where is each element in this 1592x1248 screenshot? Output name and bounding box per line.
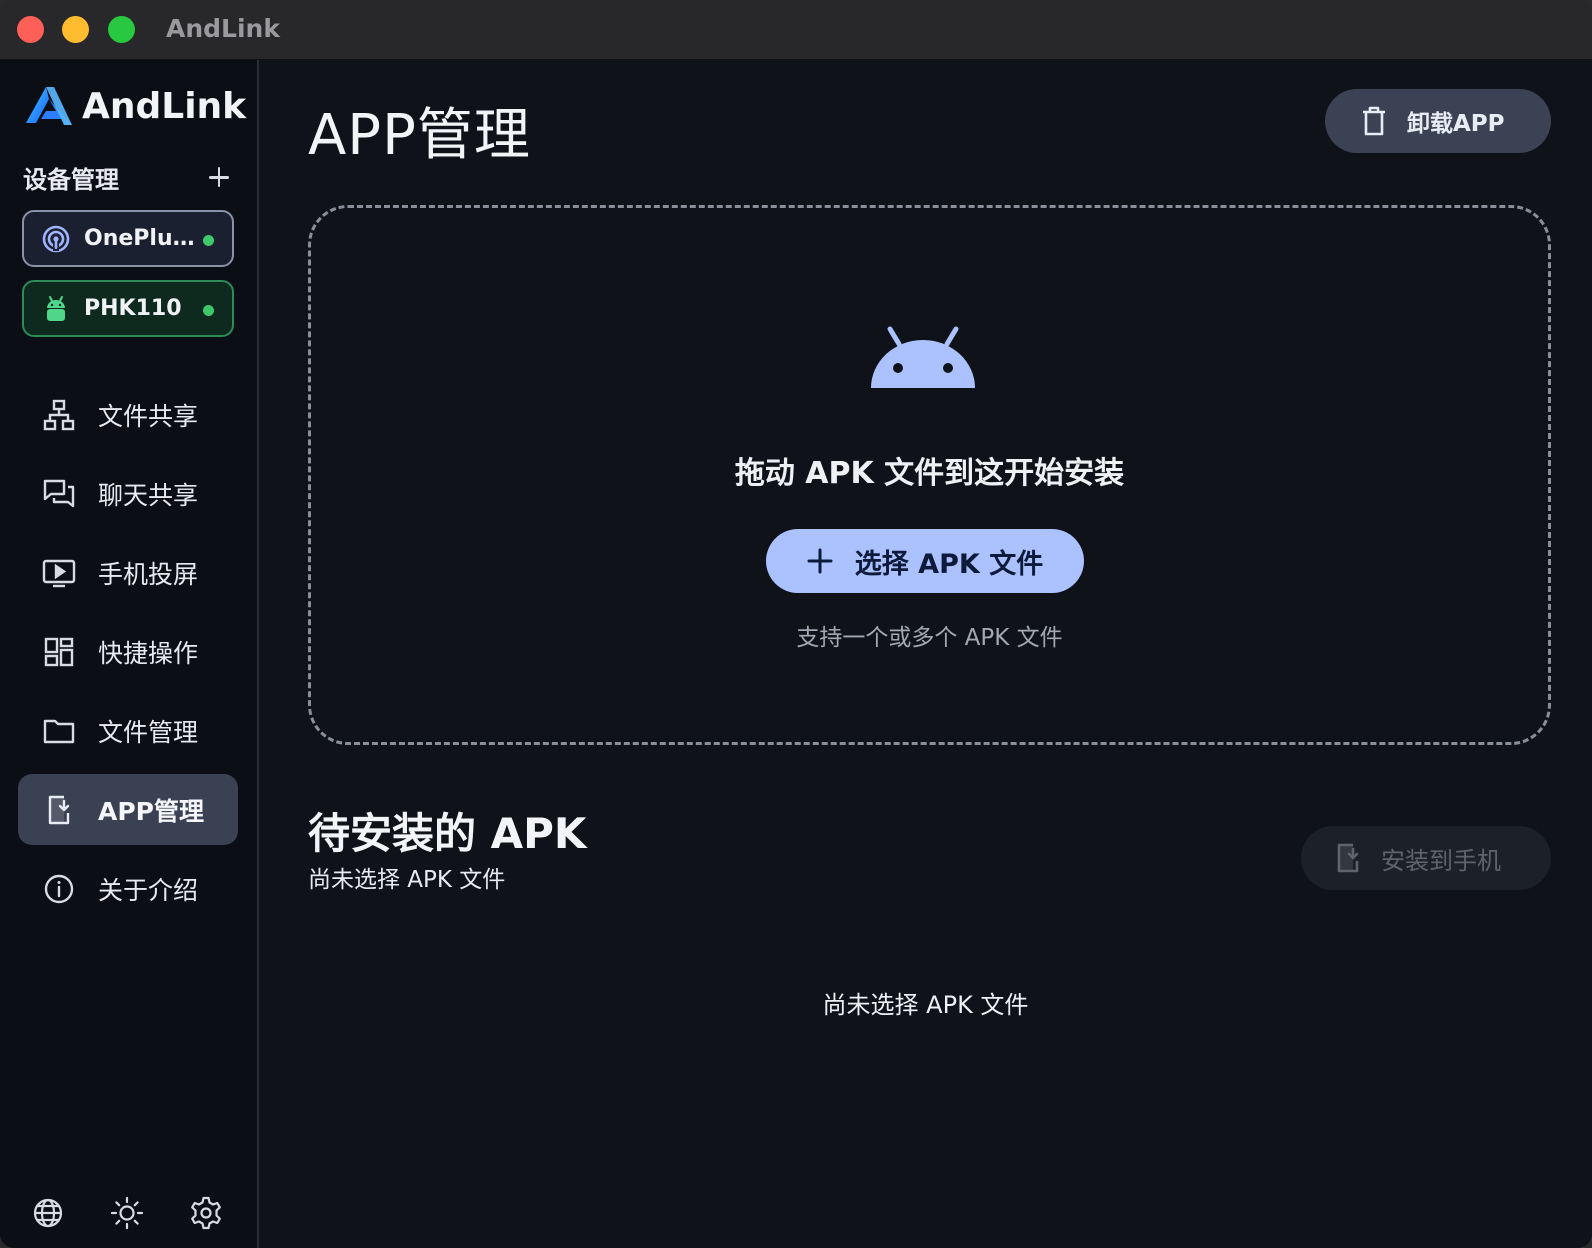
andlink-logo-icon xyxy=(26,87,72,125)
select-apk-button[interactable]: 选择 APK 文件 xyxy=(766,529,1084,593)
nav-item-about[interactable]: 关于介绍 xyxy=(18,853,238,924)
brand-logo: AndLink xyxy=(24,84,246,128)
sitemap-icon xyxy=(43,399,75,430)
devices-header-title: 设备管理 xyxy=(23,165,119,194)
empty-apk-list: 尚未选择 APK 文件 xyxy=(822,991,1029,1019)
dashboard-icon xyxy=(44,637,74,666)
nav-label: 文件管理 xyxy=(98,717,199,747)
drop-zone-hint: 支持一个或多个 APK 文件 xyxy=(796,625,1063,651)
globe-icon[interactable] xyxy=(30,1195,66,1231)
drop-zone-title: 拖动 APK 文件到这开始安装 xyxy=(734,456,1125,491)
select-apk-label: 选择 APK 文件 xyxy=(854,548,1044,580)
sidebar: AndLink 设备管理 OnePlus... PHK110 文件共享 聊天共享… xyxy=(0,60,259,1248)
info-icon xyxy=(44,874,74,903)
nav-item-screen-mirror[interactable]: 手机投屏 xyxy=(18,537,238,608)
folder-icon xyxy=(43,719,75,743)
nav-item-file-share[interactable]: 文件共享 xyxy=(18,379,238,450)
devices-header: 设备管理 xyxy=(23,160,233,194)
screen-cast-icon xyxy=(42,559,76,587)
android-icon xyxy=(47,295,65,321)
brand-name: AndLink xyxy=(82,85,247,127)
page-title: APP管理 xyxy=(308,103,531,168)
install-to-phone-button[interactable]: 安装到手机 xyxy=(1301,826,1551,890)
nav-label: APP管理 xyxy=(98,796,204,826)
nav-item-chat-share[interactable]: 聊天共享 xyxy=(18,458,238,529)
nav-label: 聊天共享 xyxy=(98,480,199,510)
install-to-phone-label: 安装到手机 xyxy=(1381,846,1501,875)
brightness-icon[interactable] xyxy=(109,1195,145,1231)
device-item-phk110[interactable]: PHK110 xyxy=(22,280,234,337)
app-install-icon xyxy=(48,795,70,824)
uninstall-app-label: 卸载APP xyxy=(1407,111,1505,137)
app-window: AndLink AndLink 设备管理 OnePlus... PHK110 文… xyxy=(0,0,1592,1248)
nav-label: 关于介绍 xyxy=(98,875,199,905)
device-item-oneplus[interactable]: OnePlus... xyxy=(22,210,234,267)
device-name: PHK110 xyxy=(84,296,182,321)
online-status-dot xyxy=(203,305,214,316)
nav-label: 手机投屏 xyxy=(98,559,199,589)
add-device-button[interactable] xyxy=(203,162,233,192)
maximize-window-button[interactable] xyxy=(108,16,135,43)
pending-apk-title: 待安装的 APK xyxy=(308,809,587,858)
sidebar-footer xyxy=(30,1195,230,1235)
uninstall-app-button[interactable]: 卸载APP xyxy=(1325,89,1551,153)
online-status-dot xyxy=(203,235,214,246)
nav-item-quick-actions[interactable]: 快捷操作 xyxy=(18,616,238,687)
window-title: AndLink xyxy=(166,14,280,43)
main-content: APP管理 卸载APP 拖动 APK 文件到这开始安装 选择 APK 文件 支持… xyxy=(259,60,1592,1248)
wifi-device-icon xyxy=(42,225,70,252)
android-icon xyxy=(871,326,975,388)
trash-icon xyxy=(1363,106,1385,136)
pending-apk-subtitle: 尚未选择 APK 文件 xyxy=(308,867,506,893)
minimize-window-button[interactable] xyxy=(62,16,89,43)
plus-icon xyxy=(807,548,833,574)
nav-item-file-manager[interactable]: 文件管理 xyxy=(18,695,238,766)
app-install-icon xyxy=(1337,843,1359,873)
device-name: OnePlus... xyxy=(84,226,202,251)
nav-label: 文件共享 xyxy=(98,401,199,431)
nav-label: 快捷操作 xyxy=(98,638,199,668)
nav-item-app-manager[interactable]: APP管理 xyxy=(18,774,238,845)
settings-icon[interactable] xyxy=(188,1195,224,1231)
close-window-button[interactable] xyxy=(17,16,44,43)
apk-drop-zone[interactable]: 拖动 APK 文件到这开始安装 选择 APK 文件 支持一个或多个 APK 文件 xyxy=(308,205,1551,745)
title-bar: AndLink xyxy=(0,0,1592,60)
chat-icon xyxy=(43,479,75,507)
